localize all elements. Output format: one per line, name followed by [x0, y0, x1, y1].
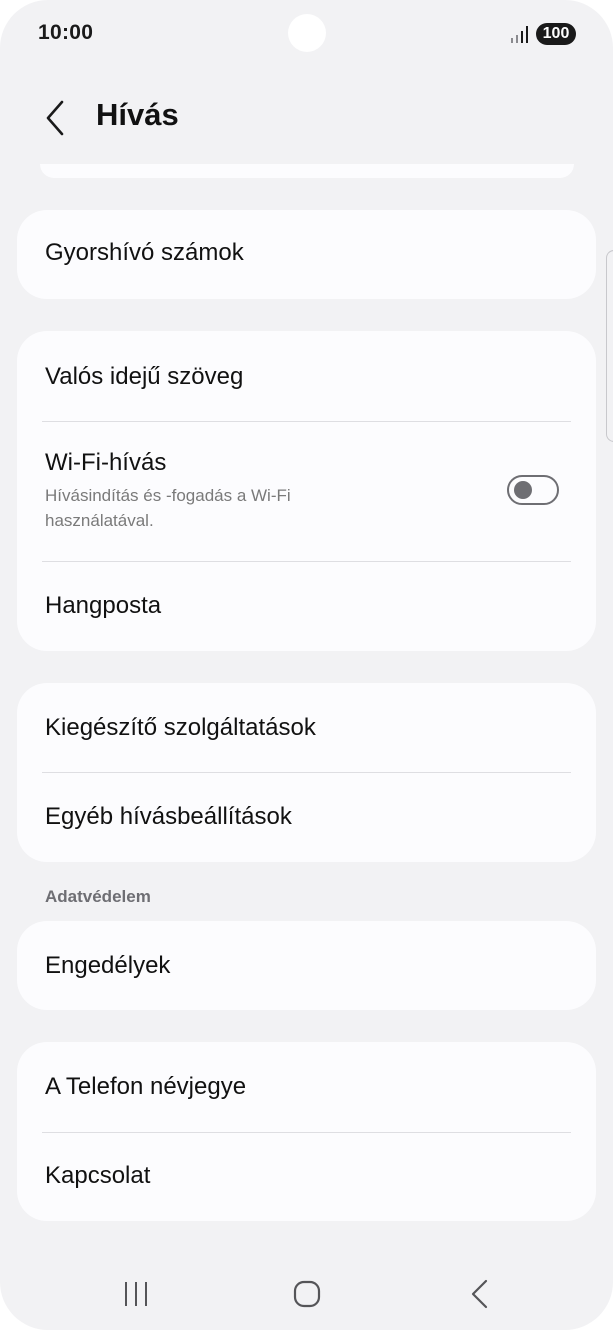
battery-indicator: 100 — [536, 23, 576, 45]
about-phone-item[interactable]: A Telefon névjegye — [17, 1042, 596, 1132]
voicemail-label: Hangposta — [45, 592, 162, 619]
wifi-calling-description: Hívásindítás és -fogadás a Wi-Fi használ… — [45, 486, 291, 530]
speed-dial-numbers-label: Gyorshívó számok — [45, 239, 244, 266]
status-time: 10:00 — [38, 21, 94, 44]
scrolled-card-edge — [40, 164, 574, 178]
recent-apps-button[interactable] — [114, 1272, 158, 1316]
permissions-item[interactable]: Engedélyek — [17, 921, 596, 1010]
card-speed-dial: Gyorshívó számok — [17, 210, 596, 299]
contact-label: Kapcsolat — [45, 1162, 151, 1189]
card-calling-features: Valós idejű szöveg Wi-Fi-hívás Hívásindí… — [17, 331, 596, 651]
wifi-calling-toggle[interactable] — [507, 475, 559, 505]
other-call-settings-item[interactable]: Egyéb hívásbeállítások — [17, 773, 596, 862]
other-call-settings-label: Egyéb hívásbeállítások — [45, 803, 292, 830]
page-title: Hívás — [96, 97, 179, 132]
wifi-calling-label: Wi-Fi-hívás — [45, 449, 167, 476]
supplementary-services-item[interactable]: Kiegészítő szolgáltatások — [17, 683, 596, 772]
chevron-left-icon — [46, 100, 64, 136]
card-about: A Telefon névjegye Kapcsolat — [17, 1042, 596, 1221]
privacy-section-header: Adatvédelem — [45, 887, 151, 906]
supplementary-services-label: Kiegészítő szolgáltatások — [45, 714, 316, 741]
card-privacy: Engedélyek — [17, 921, 596, 1010]
card-more-settings: Kiegészítő szolgáltatások Egyéb hívásbeá… — [17, 683, 596, 862]
recent-apps-icon — [125, 1282, 147, 1306]
signal-bars-icon — [511, 26, 528, 43]
home-icon — [293, 1280, 321, 1308]
permissions-label: Engedélyek — [45, 952, 171, 979]
contact-item[interactable]: Kapcsolat — [17, 1133, 596, 1221]
about-phone-label: A Telefon névjegye — [45, 1073, 247, 1100]
back-button[interactable] — [36, 96, 76, 140]
scrollbar[interactable] — [606, 250, 613, 442]
camera-cutout — [288, 14, 326, 52]
real-time-text-label: Valós idejű szöveg — [45, 363, 244, 390]
phone-screen: 10:00 100 Hívás Gyorshívó számok Valós i… — [0, 0, 613, 1330]
back-icon — [471, 1279, 488, 1309]
speed-dial-numbers-item[interactable]: Gyorshívó számok — [17, 210, 596, 299]
back-nav-button[interactable] — [458, 1272, 502, 1316]
voicemail-item[interactable]: Hangposta — [17, 562, 596, 651]
toggle-knob — [514, 481, 532, 499]
real-time-text-item[interactable]: Valós idejű szöveg — [17, 331, 596, 421]
home-button[interactable] — [285, 1272, 329, 1316]
